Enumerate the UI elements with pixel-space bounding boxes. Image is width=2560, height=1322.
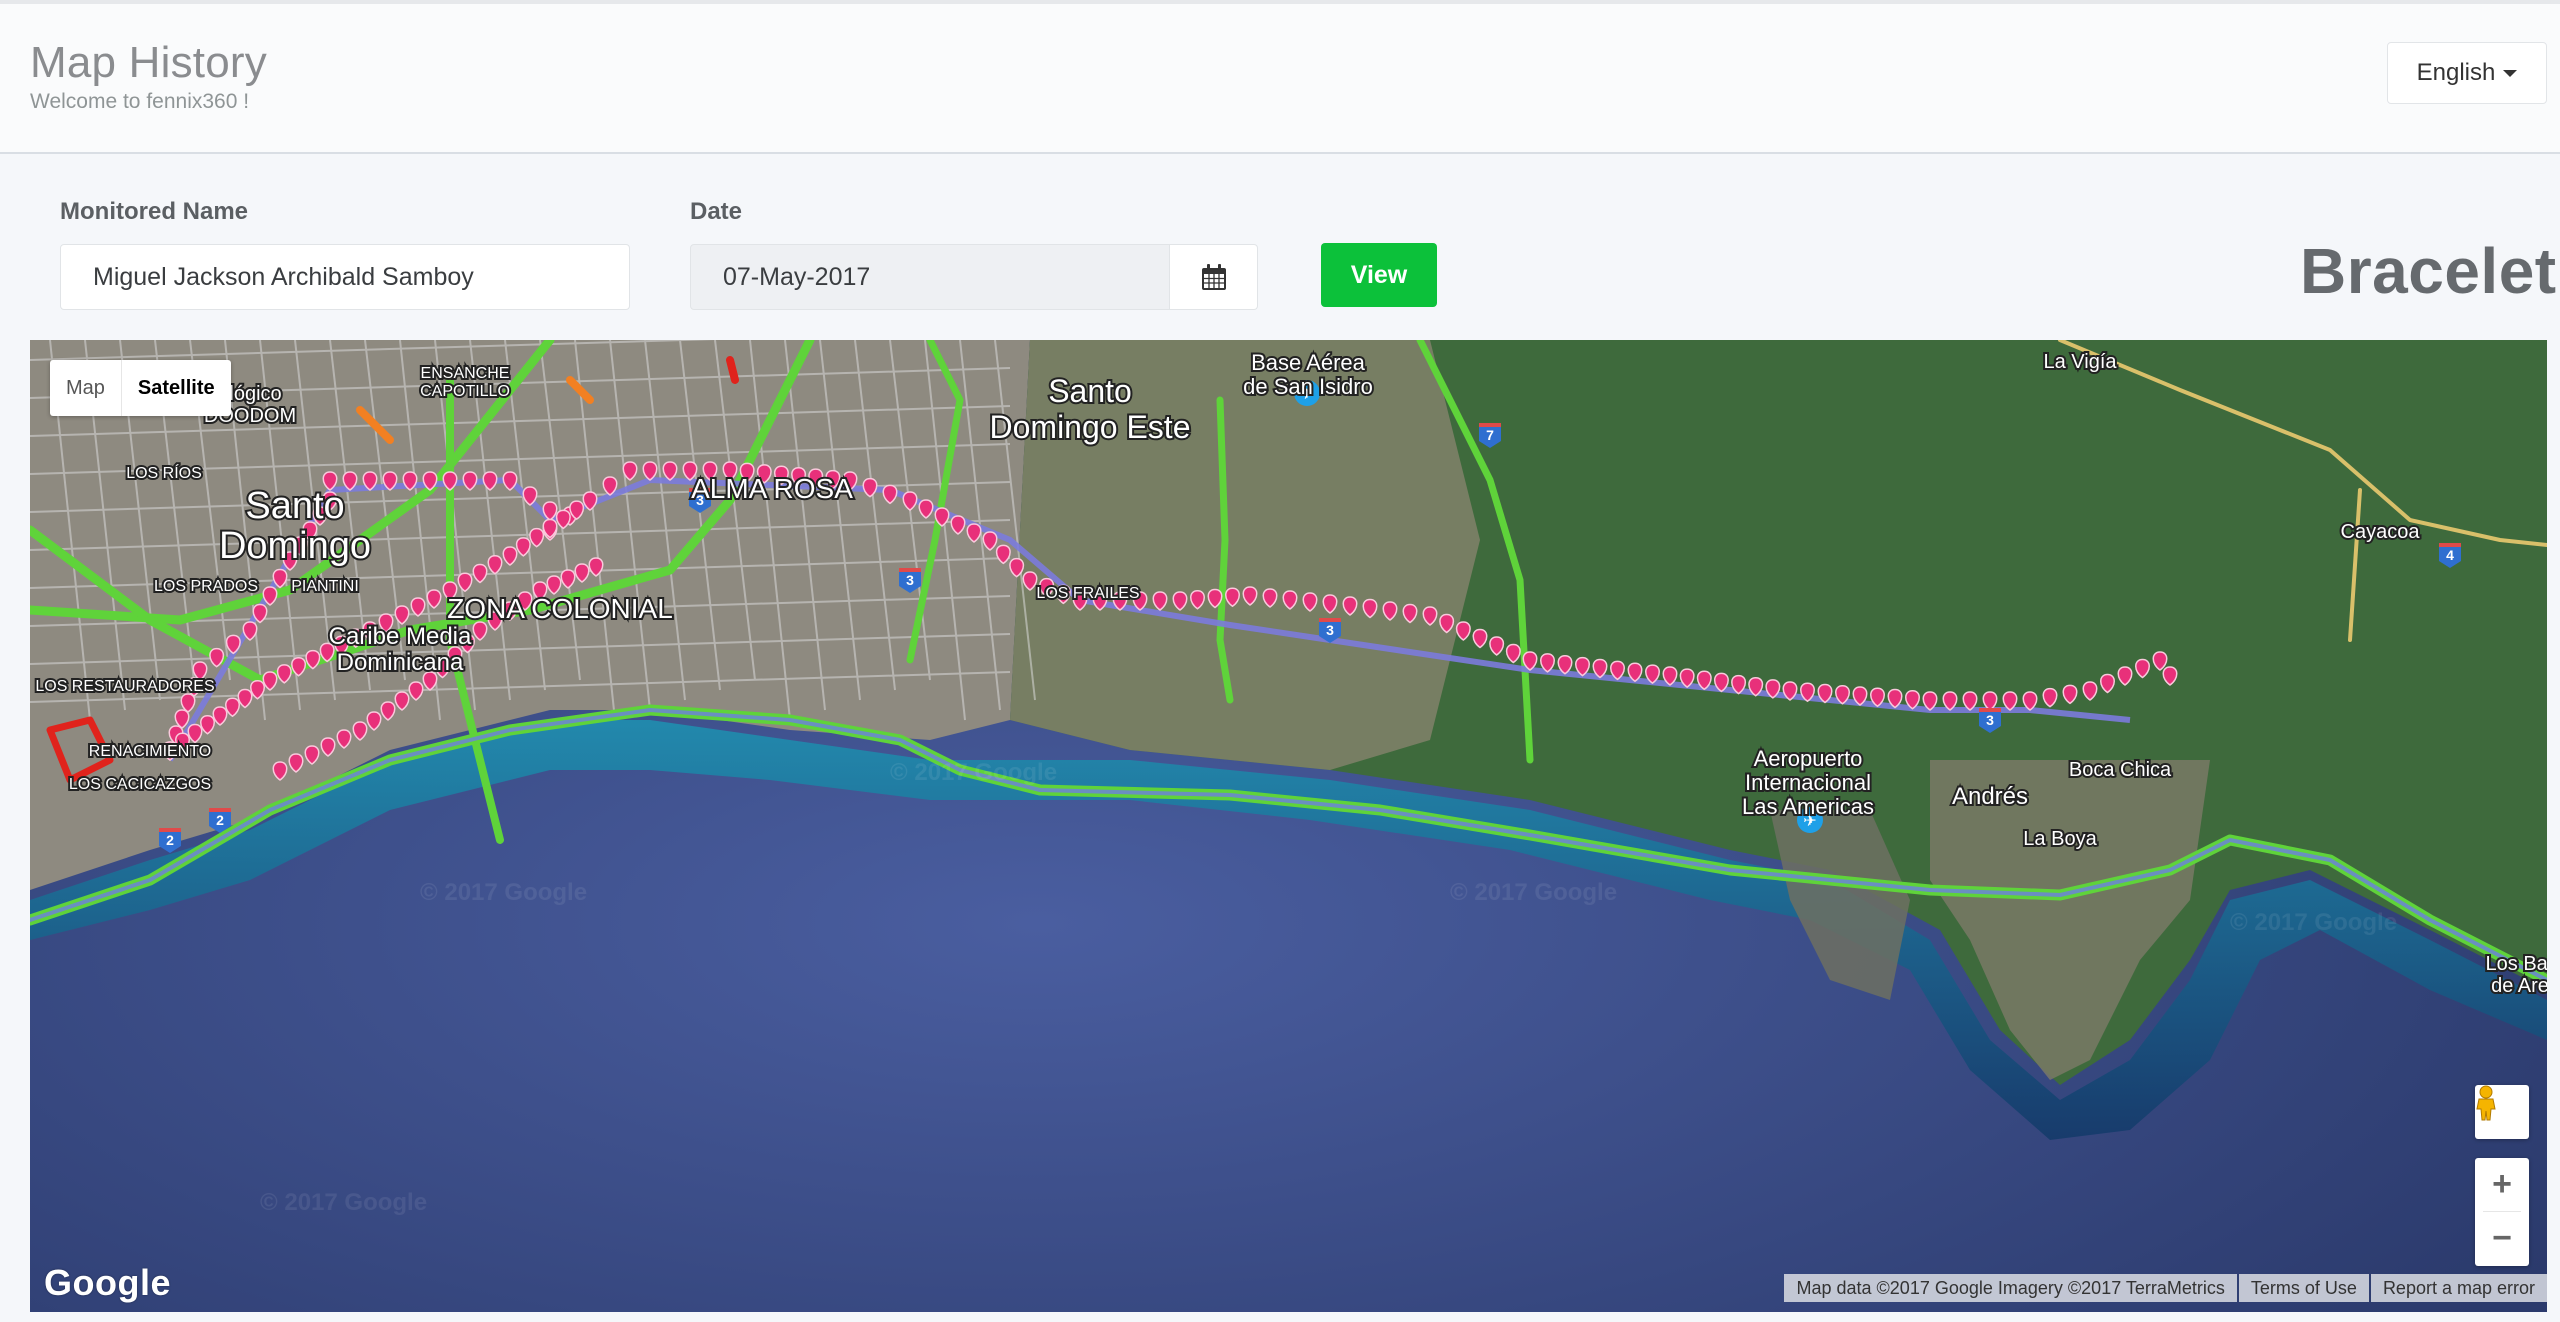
map-data-attribution: Map data ©2017 Google Imagery ©2017 Terr… [1784,1274,2237,1302]
svg-text:© 2017 Google: © 2017 Google [890,759,1057,786]
language-label: English [2416,59,2496,86]
map-type-map-button[interactable]: Map [50,360,122,416]
map-attribution-bar: Map data ©2017 Google Imagery ©2017 Terr… [1782,1274,2547,1302]
place-label: La Vigía [2043,351,2117,373]
street-view-pegman[interactable] [2475,1085,2529,1139]
calendar-icon [1201,264,1226,290]
page-subtitle: Welcome to fennix360 ! [30,90,250,113]
zoom-in-button[interactable]: + [2475,1158,2529,1211]
view-button[interactable]: View [1321,243,1437,307]
terms-of-use-link[interactable]: Terms of Use [2238,1274,2369,1302]
svg-text:3: 3 [906,572,914,588]
place-label: LOS RÍOS [126,463,202,482]
page-header: Map History Welcome to fennix360 ! Engli… [0,4,2560,154]
svg-text:© 2017 Google: © 2017 Google [260,1189,427,1216]
calendar-button[interactable] [1170,244,1258,310]
place-label: Andrés [1952,783,2028,810]
caret-down-icon [2503,69,2518,77]
place-label: Caribe Media Dominicana [329,623,472,676]
svg-text:© 2017 Google: © 2017 Google [420,879,587,906]
place-label: ALMA ROSA [691,473,853,504]
device-type-heading: Bracelet [2300,235,2557,307]
svg-text:© 2017 Google: © 2017 Google [1450,879,1617,906]
map-canvas[interactable]: 22333374 ✈ ✈ Santo Domingo Santo Domingo Es… [30,340,2547,1312]
svg-text:© 2017 Google: © 2017 Google [2230,909,2397,936]
report-map-error-link[interactable]: Report a map error [2370,1274,2547,1302]
place-label: La Boya [2023,828,2097,850]
place-label: Aeropuerto Internacional Las Americas [1742,746,1874,819]
svg-text:3: 3 [1326,622,1334,638]
map-type-control: Map Satellite [50,360,231,416]
place-label: LOS FRAILES [1036,585,1139,602]
place-label: Cayacoa [2341,521,2421,543]
pegman-icon [2476,1085,2496,1121]
svg-text:2: 2 [216,812,224,828]
map-type-satellite-button[interactable]: Satellite [122,360,231,416]
place-label: LOS RESTAURADORES [35,678,214,695]
svg-text:3: 3 [1986,712,1994,728]
place-label: Base Aérea de San Isidro [1243,350,1373,399]
page-title: Map History [30,38,267,87]
place-label: Los Barde Are [2486,953,2547,997]
place-label: Boca Chica [2069,759,2172,781]
date-label: Date [690,198,743,225]
svg-text:7: 7 [1486,427,1494,443]
monitored-name-label: Monitored Name [60,198,249,225]
place-label: ZONA COLONIAL [447,593,673,624]
place-label: PIANTINI [291,578,359,595]
google-logo: Google [44,1262,171,1303]
place-label: RENACIMIENTO [89,743,211,760]
language-dropdown[interactable]: English [2387,42,2547,104]
satellite-map[interactable]: 22333374 ✈ ✈ Santo DomingoSanto Domingo Es… [30,340,2547,1312]
svg-text:2: 2 [166,832,174,848]
svg-text:4: 4 [2446,547,2454,563]
place-label: LOS CACICAZGOS [69,776,211,793]
place-label: LOS PRADOS [154,578,258,595]
zoom-out-button[interactable]: − [2475,1212,2529,1265]
zoom-control: + − [2475,1158,2529,1266]
place-label: ENSANCHE CAPOTILLO [420,365,510,400]
monitored-name-input[interactable]: Miguel Jackson Archibald Samboy [60,244,630,310]
date-input[interactable]: 07-May-2017 [690,244,1170,310]
